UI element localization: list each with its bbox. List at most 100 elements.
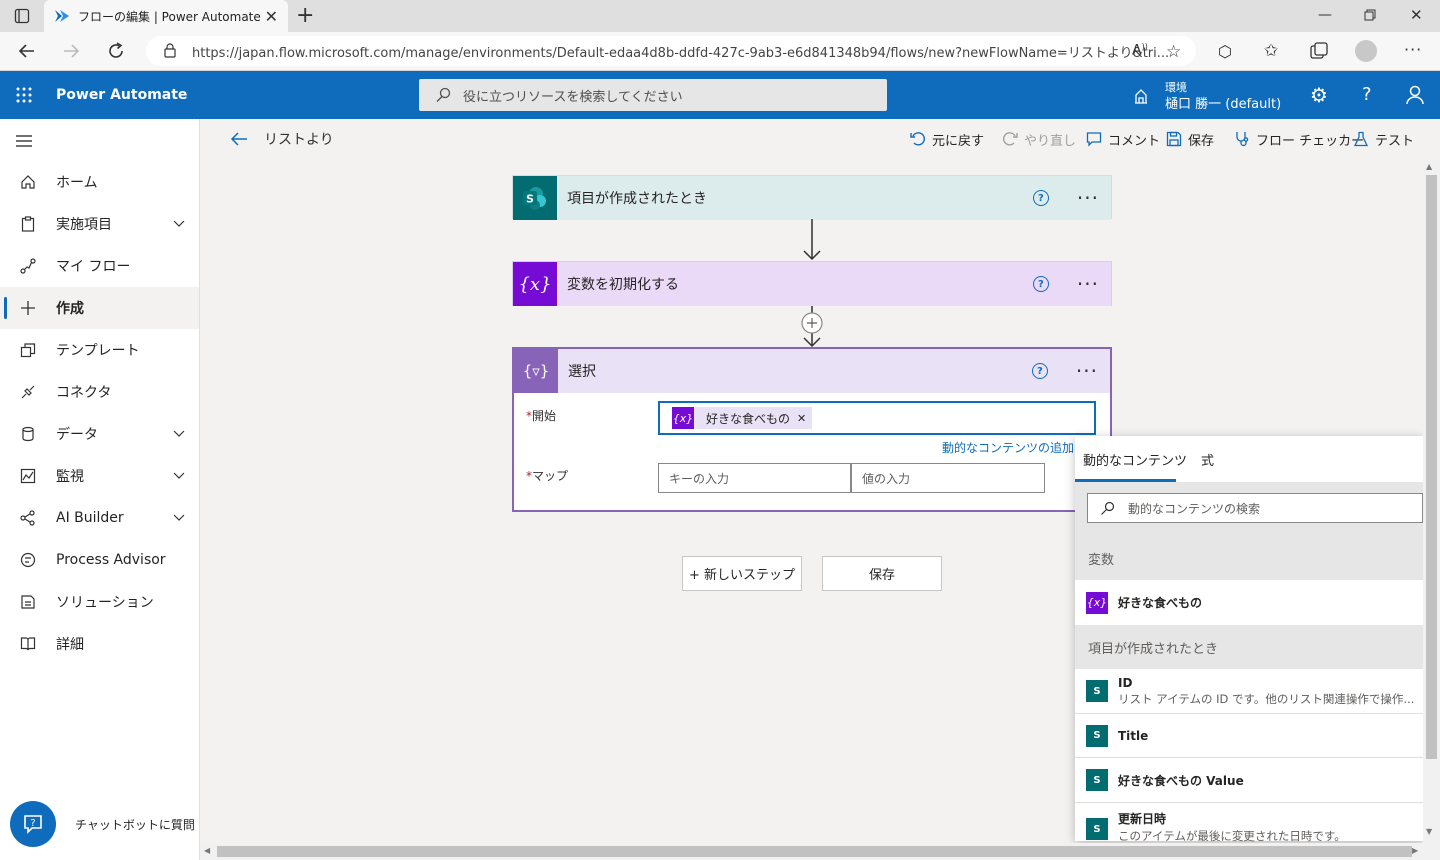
environment-name[interactable]: 樋口 勝一 (default) <box>1165 93 1281 112</box>
flow-checker-button[interactable]: フロー チェッカー <box>1234 119 1364 159</box>
forward-icon[interactable] <box>62 42 80 60</box>
nav-my-flows[interactable]: マイ フロー <box>0 245 199 287</box>
nav-action-items[interactable]: 実施項目 <box>0 203 199 245</box>
chevron-down-icon[interactable] <box>159 220 199 228</box>
command-bar: リストより 元に戻す やり直し コメント 保存 フロー チェッカー テスト <box>200 119 1440 159</box>
app-launcher-icon[interactable] <box>16 87 32 103</box>
redo-label: やり直し <box>1024 133 1077 149</box>
horizontal-scrollbar[interactable]: ◀ ▶ <box>200 843 1440 860</box>
help-icon[interactable]: ? <box>1362 84 1372 105</box>
initialize-variable-card[interactable]: {x} 変数を初期化する ? ··· <box>512 261 1112 306</box>
search-icon <box>435 87 451 103</box>
restore-icon[interactable] <box>1364 9 1376 21</box>
scroll-up-icon[interactable]: ▲ <box>1426 162 1432 171</box>
trigger-title: 項目が作成されたとき <box>567 191 707 207</box>
from-token[interactable]: {x} 好きな食べもの ✕ <box>672 407 813 429</box>
back-to-flows-button[interactable]: リストより <box>230 119 334 159</box>
chatbot-label[interactable]: チャットボットに質問 <box>75 816 195 833</box>
power-automate-favicon-icon <box>55 10 69 22</box>
vertical-scroll-thumb[interactable] <box>1426 175 1437 759</box>
nav-data[interactable]: データ <box>0 413 199 455</box>
tab-dynamic-content[interactable]: 動的なコンテンツ <box>1083 450 1187 469</box>
chatbot-button[interactable]: ? <box>10 801 56 847</box>
nav-create[interactable]: 作成 <box>0 287 199 329</box>
browser-toolbar: https://japan.flow.microsoft.com/manage/… <box>0 32 1440 71</box>
browser-tab[interactable]: フローの編集 | Power Automate ✕ <box>44 0 288 32</box>
insert-step-icon[interactable] <box>802 313 822 333</box>
nav-ai-builder[interactable]: AI Builder <box>0 497 199 539</box>
close-window-icon[interactable]: ✕ <box>1410 6 1423 24</box>
remove-token-icon[interactable]: ✕ <box>797 412 806 425</box>
chevron-down-icon[interactable] <box>159 514 199 522</box>
more-options-icon[interactable]: ··· <box>1076 361 1098 381</box>
nav-connectors[interactable]: コネクタ <box>0 371 199 413</box>
scroll-left-icon[interactable]: ◀ <box>204 846 210 855</box>
address-bar[interactable]: https://japan.flow.microsoft.com/manage/… <box>146 36 1196 66</box>
sharepoint-icon: S <box>513 176 557 220</box>
extensions-icon[interactable]: ⬡ <box>1218 42 1232 61</box>
back-icon[interactable] <box>18 42 36 60</box>
dynamic-item-title-field[interactable]: S Title <box>1075 714 1423 758</box>
new-tab-icon[interactable]: + <box>296 5 314 27</box>
flow-icon <box>0 258 56 274</box>
app-title[interactable]: Power Automate <box>56 87 187 103</box>
close-tab-icon[interactable]: ✕ <box>265 7 278 26</box>
minimize-icon[interactable]: — <box>1318 7 1332 23</box>
collections-icon[interactable] <box>1310 42 1328 60</box>
redo-button[interactable]: やり直し <box>1002 119 1076 159</box>
tab-actions-icon[interactable] <box>14 8 30 24</box>
undo-button[interactable]: 元に戻す <box>910 119 984 159</box>
nav-solutions[interactable]: ソリューション <box>0 581 199 623</box>
nav-process-advisor[interactable]: Process Advisor <box>0 539 199 581</box>
hamburger-menu-icon[interactable] <box>16 135 32 147</box>
horizontal-scroll-thumb[interactable] <box>217 846 1412 857</box>
scroll-down-icon[interactable]: ▼ <box>1426 827 1432 836</box>
scroll-right-icon[interactable]: ▶ <box>1412 846 1418 855</box>
browser-menu-icon[interactable]: ··· <box>1404 40 1422 59</box>
add-dynamic-content-link[interactable]: 動的なコンテンツの追加 <box>942 439 1075 456</box>
connector-icon <box>0 384 56 400</box>
save-button[interactable]: 保存 <box>822 556 942 591</box>
chevron-down-icon[interactable] <box>159 430 199 438</box>
dynamic-item-favorite-food-value[interactable]: S 好きな食べもの Value <box>1075 758 1423 803</box>
read-aloud-icon[interactable]: A)) <box>1132 42 1148 59</box>
test-button[interactable]: テスト <box>1353 119 1414 159</box>
vertical-scrollbar[interactable]: ▲ ▼ <box>1423 159 1440 843</box>
new-step-button[interactable]: + 新しいステップ <box>682 556 802 591</box>
browser-tab-title: フローの編集 | Power Automate <box>78 9 261 24</box>
svg-text:S: S <box>526 193 534 206</box>
environment-icon[interactable] <box>1132 87 1150 105</box>
dynamic-content-search-input[interactable]: 動的なコンテンツの検索 <box>1087 493 1423 523</box>
from-input[interactable]: {x} 好きな食べもの ✕ <box>658 401 1096 435</box>
help-circle-icon[interactable]: ? <box>1032 190 1049 206</box>
initialize-variable-title: 変数を初期化する <box>567 277 679 293</box>
tab-expression[interactable]: 式 <box>1201 450 1214 469</box>
chevron-down-icon[interactable] <box>159 472 199 480</box>
nav-home[interactable]: ホーム <box>0 161 199 203</box>
connector-arrow <box>803 219 821 261</box>
favorites-icon[interactable]: ✩ <box>1264 41 1278 61</box>
map-key-input[interactable]: キーの入力 <box>658 463 851 493</box>
dynamic-item-id[interactable]: S ID リスト アイテムの ID です。他のリスト関連操作で操作... <box>1075 669 1423 714</box>
chart-icon <box>0 468 56 484</box>
settings-gear-icon[interactable]: ⚙ <box>1310 85 1328 105</box>
help-circle-icon[interactable]: ? <box>1031 363 1048 379</box>
more-options-icon[interactable]: ··· <box>1077 274 1099 294</box>
nav-monitor[interactable]: 監視 <box>0 455 199 497</box>
dynamic-item-modified[interactable]: S 更新日時 このアイテムが最後に変更された日時です。 <box>1075 803 1423 843</box>
from-label-text: 開始 <box>532 409 557 423</box>
map-value-input[interactable]: 値の入力 <box>851 463 1045 493</box>
comment-button[interactable]: コメント <box>1086 119 1160 159</box>
account-icon[interactable] <box>1406 85 1424 105</box>
nav-templates[interactable]: テンプレート <box>0 329 199 371</box>
add-favorite-icon[interactable]: ☆ <box>1166 42 1181 62</box>
refresh-icon[interactable] <box>106 41 126 61</box>
help-circle-icon[interactable]: ? <box>1032 276 1049 292</box>
profile-avatar[interactable] <box>1355 40 1377 62</box>
nav-learn[interactable]: 詳細 <box>0 623 199 665</box>
dynamic-item-variable[interactable]: {x} 好きな食べもの <box>1075 580 1423 625</box>
trigger-card[interactable]: S 項目が作成されたとき ? ··· <box>512 175 1112 220</box>
more-options-icon[interactable]: ··· <box>1077 188 1099 208</box>
resource-search-input[interactable]: 役に立つリソースを検索してください <box>419 79 887 111</box>
save-toolbar-button[interactable]: 保存 <box>1166 119 1214 159</box>
